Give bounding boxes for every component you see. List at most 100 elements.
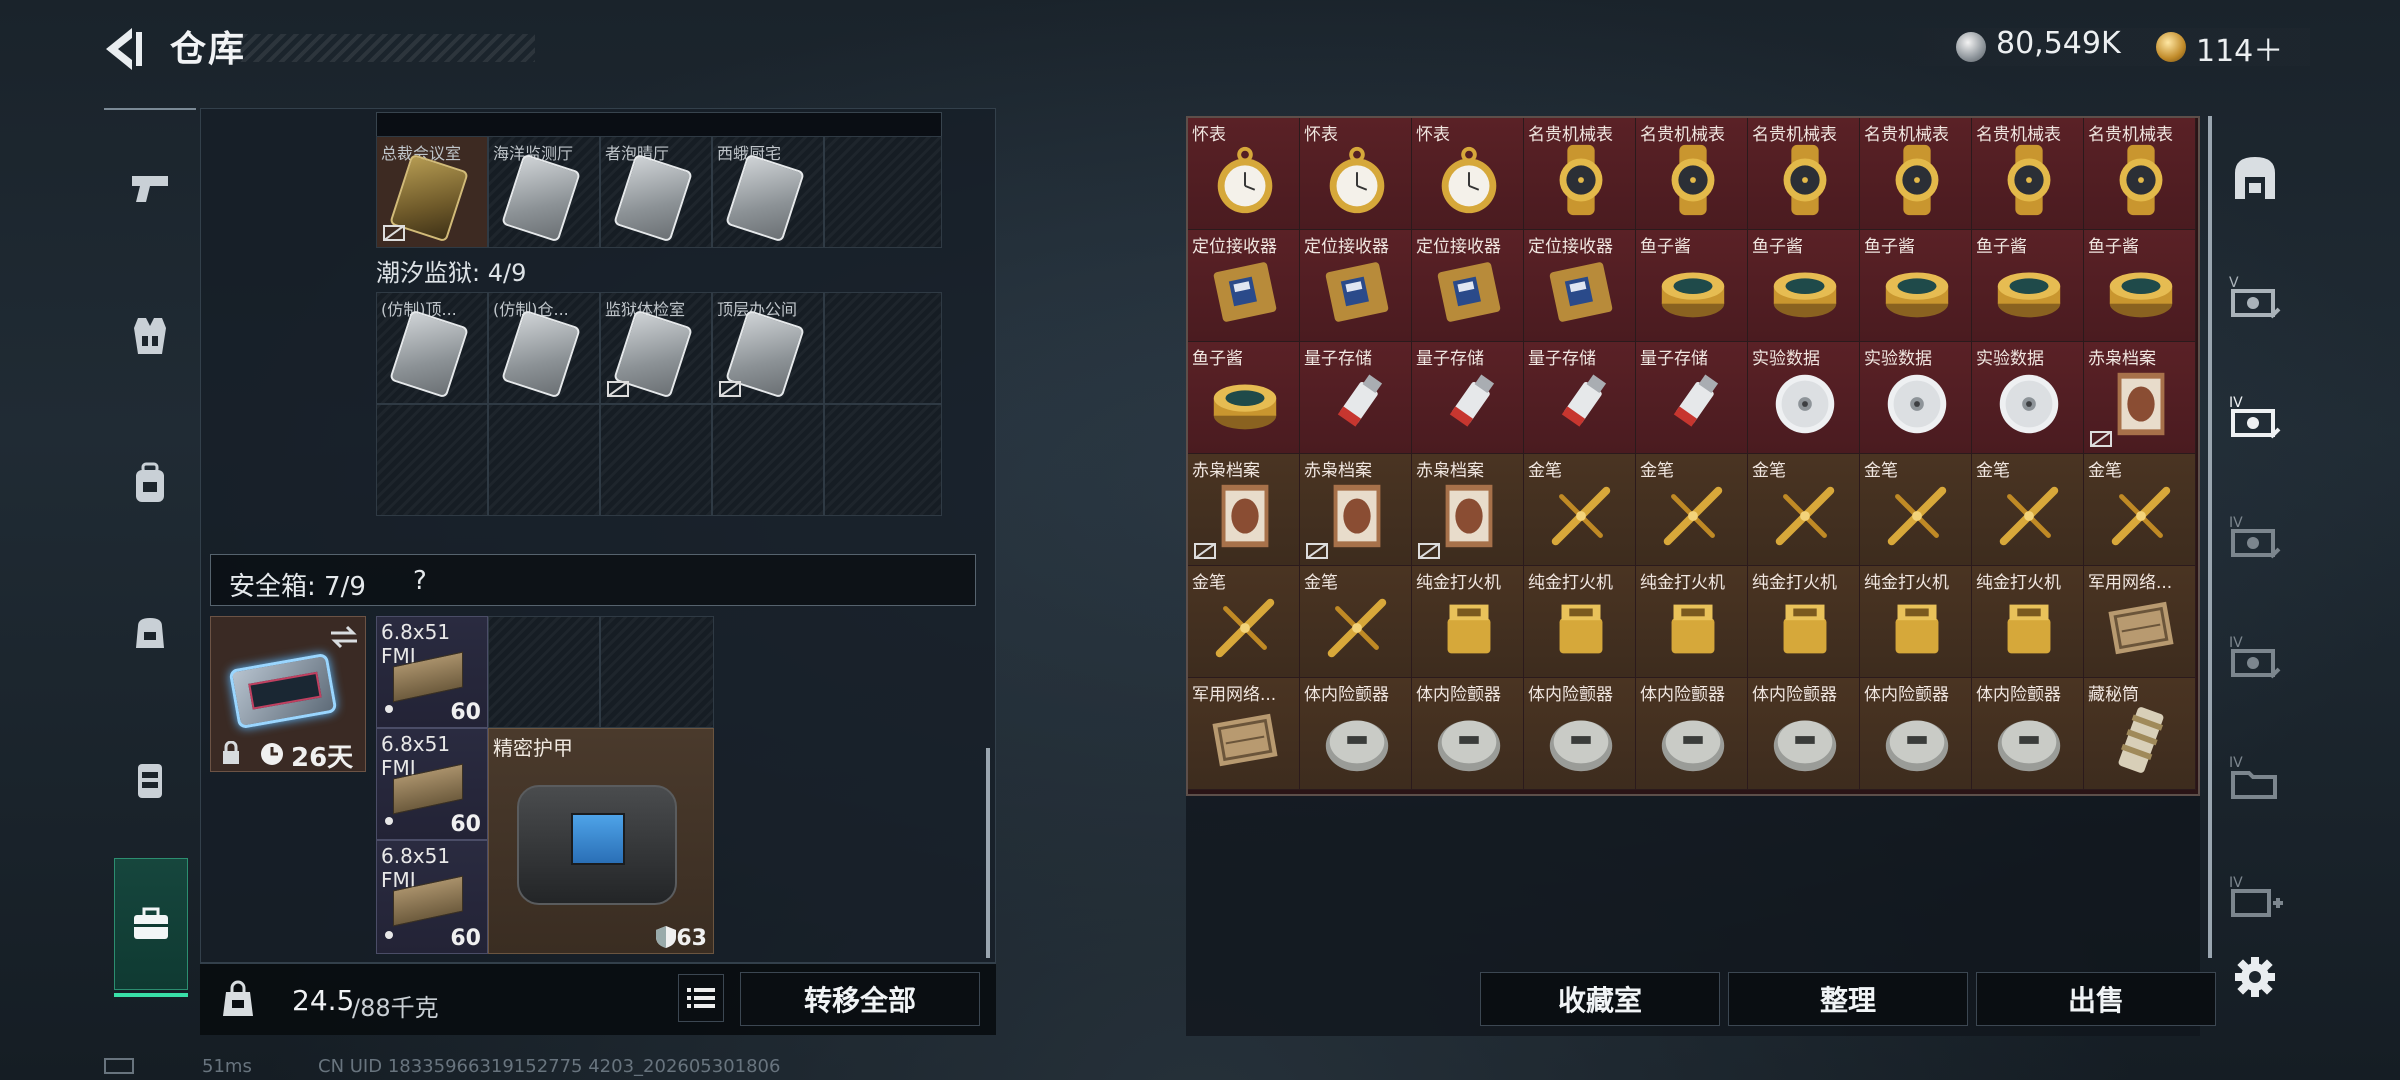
rail-safe-case[interactable] (114, 858, 188, 990)
inventory-item-gold-pen[interactable]: 金笔 (1636, 454, 1748, 566)
inventory-item-gold-pen[interactable]: 金笔 (2084, 454, 2196, 566)
inventory-item-network-module[interactable]: 军用网络... (2084, 566, 2196, 678)
inventory-item-gold-wristwatch[interactable]: 名贵机械表 (1972, 118, 2084, 230)
inventory-item-caviar-tin[interactable]: 鱼子酱 (1636, 230, 1748, 342)
inventory-item-gold-lighter[interactable]: 纯金打火机 (1412, 566, 1524, 678)
inventory-item-cryptex[interactable]: 藏秘筒 (2084, 678, 2196, 790)
safe-box-help-icon[interactable]: ? (413, 566, 427, 596)
empty-slot[interactable] (488, 616, 600, 728)
inventory-item-gold-pen[interactable]: 金笔 (1524, 454, 1636, 566)
inventory-item-locator-receiver[interactable]: 定位接收器 (1412, 230, 1524, 342)
key-card-slot[interactable]: 监狱体检室 (600, 292, 712, 404)
safe-box-container[interactable]: 26天 (210, 616, 366, 773)
empty-slot[interactable] (600, 616, 714, 728)
inventory-item-caviar-tin[interactable]: 鱼子酱 (1860, 230, 1972, 342)
back-arrow-icon[interactable] (98, 24, 148, 74)
rail-weapons[interactable] (104, 142, 196, 234)
empty-slot[interactable] (824, 404, 942, 516)
inventory-item-usb-drive[interactable]: 量子存储 (1636, 342, 1748, 454)
inventory-item-gold-pen[interactable]: 金笔 (1188, 566, 1300, 678)
collection-room-button[interactable]: 收藏室 (1480, 972, 1720, 1026)
settings-button[interactable] (2220, 942, 2290, 1012)
inventory-item-data-disc[interactable]: 实验数据 (1972, 342, 2084, 454)
key-card-slot[interactable]: (仿制)仓... (488, 292, 600, 404)
empty-slot[interactable] (712, 404, 824, 516)
inventory-item-pocket-watch[interactable]: 怀表 (1412, 118, 1524, 230)
swap-icon[interactable] (329, 625, 359, 649)
inventory-item-gold-pen[interactable]: 金笔 (1748, 454, 1860, 566)
inventory-item-locator-receiver[interactable]: 定位接收器 (1300, 230, 1412, 342)
rail-armor-vest[interactable] (104, 290, 196, 382)
rail-right-tab-5[interactable]: IV (2220, 742, 2290, 812)
inventory-item-dossier[interactable]: 赤枭档案 (1300, 454, 1412, 566)
empty-slot[interactable] (824, 292, 942, 404)
ammo-item[interactable]: 6.8x51 FMJ 60 (376, 728, 488, 840)
inventory-item-usb-drive[interactable]: 量子存储 (1524, 342, 1636, 454)
key-card-slot[interactable]: 顶层办公间 (712, 292, 824, 404)
armor-item[interactable]: 精密护甲 63 (488, 728, 714, 954)
inventory-item-network-module[interactable]: 军用网络... (1188, 678, 1300, 790)
gold-currency-amount[interactable]: 114＋ (2196, 26, 2283, 70)
inventory-item-gold-lighter[interactable]: 纯金打火机 (1860, 566, 1972, 678)
inventory-item-usb-drive[interactable]: 量子存储 (1412, 342, 1524, 454)
rail-right-tab-4[interactable]: IV (2220, 622, 2290, 692)
ammo-item[interactable]: 6.8x51 FMJ 60 (376, 616, 488, 728)
empty-slot[interactable] (600, 404, 712, 516)
inventory-item-gold-lighter[interactable]: 纯金打火机 (1748, 566, 1860, 678)
inventory-item-gold-lighter[interactable]: 纯金打火机 (1524, 566, 1636, 678)
inventory-item-implant-device[interactable]: 体内险颤器 (1300, 678, 1412, 790)
inventory-item-gold-pen[interactable]: 金笔 (1860, 454, 1972, 566)
inventory-item-data-disc[interactable]: 实验数据 (1860, 342, 1972, 454)
rail-right-tab-2-active[interactable]: IV (2220, 382, 2290, 452)
rail-backpack[interactable] (104, 438, 196, 530)
rail-right-add-tab[interactable]: IV (2220, 862, 2290, 932)
inventory-item-pocket-watch[interactable]: 怀表 (1188, 118, 1300, 230)
inventory-item-gold-wristwatch[interactable]: 名贵机械表 (2084, 118, 2196, 230)
list-view-button[interactable] (678, 974, 724, 1022)
empty-slot[interactable] (488, 404, 600, 516)
key-card-slot[interactable]: 西蛾厨宅 (712, 136, 824, 248)
inventory-item-gold-pen[interactable]: 金笔 (1972, 454, 2084, 566)
rail-pouch[interactable] (104, 586, 196, 678)
inventory-item-dossier[interactable]: 赤枭档案 (2084, 342, 2196, 454)
inventory-item-usb-drive[interactable]: 量子存储 (1300, 342, 1412, 454)
empty-slot[interactable] (824, 136, 942, 248)
inventory-item-implant-device[interactable]: 体内险颤器 (1972, 678, 2084, 790)
key-card-slot[interactable]: 者泡晴厅 (600, 136, 712, 248)
organize-button[interactable]: 整理 (1728, 972, 1968, 1026)
inventory-item-dossier[interactable]: 赤枭档案 (1412, 454, 1524, 566)
inventory-item-caviar-tin[interactable]: 鱼子酱 (1188, 342, 1300, 454)
inventory-item-gold-wristwatch[interactable]: 名贵机械表 (1524, 118, 1636, 230)
right-scrollbar[interactable] (2208, 116, 2212, 958)
inventory-item-dossier[interactable]: 赤枭档案 (1188, 454, 1300, 566)
inventory-item-gold-lighter[interactable]: 纯金打火机 (1636, 566, 1748, 678)
key-card-slot[interactable]: 海洋监测厅 (488, 136, 600, 248)
inventory-item-gold-wristwatch[interactable]: 名贵机械表 (1748, 118, 1860, 230)
left-scrollbar[interactable] (986, 748, 990, 958)
inventory-item-gold-wristwatch[interactable]: 名贵机械表 (1636, 118, 1748, 230)
inventory-item-data-disc[interactable]: 实验数据 (1748, 342, 1860, 454)
key-card-slot[interactable]: (仿制)顶... (376, 292, 488, 404)
inventory-item-implant-device[interactable]: 体内险颤器 (1524, 678, 1636, 790)
rail-rig[interactable] (104, 734, 196, 826)
inventory-item-caviar-tin[interactable]: 鱼子酱 (2084, 230, 2196, 342)
inventory-item-implant-device[interactable]: 体内险颤器 (1748, 678, 1860, 790)
rail-right-tab-1[interactable]: V (2220, 262, 2290, 332)
inventory-item-locator-receiver[interactable]: 定位接收器 (1188, 230, 1300, 342)
rail-right-tab-3[interactable]: IV (2220, 502, 2290, 572)
transfer-all-button[interactable]: 转移全部 (740, 972, 980, 1026)
rail-right-storage[interactable] (2220, 142, 2290, 212)
inventory-item-implant-device[interactable]: 体内险颤器 (1412, 678, 1524, 790)
inventory-item-pocket-watch[interactable]: 怀表 (1300, 118, 1412, 230)
sell-button[interactable]: 出售 (1976, 972, 2216, 1026)
inventory-item-implant-device[interactable]: 体内险颤器 (1636, 678, 1748, 790)
inventory-item-gold-pen[interactable]: 金笔 (1300, 566, 1412, 678)
inventory-item-gold-wristwatch[interactable]: 名贵机械表 (1860, 118, 1972, 230)
inventory-item-caviar-tin[interactable]: 鱼子酱 (1972, 230, 2084, 342)
inventory-item-gold-lighter[interactable]: 纯金打火机 (1972, 566, 2084, 678)
key-card-slot[interactable]: 总裁会议室 (376, 136, 488, 248)
inventory-item-implant-device[interactable]: 体内险颤器 (1860, 678, 1972, 790)
inventory-item-caviar-tin[interactable]: 鱼子酱 (1748, 230, 1860, 342)
ammo-item[interactable]: 6.8x51 FMJ 60 (376, 840, 488, 954)
inventory-item-locator-receiver[interactable]: 定位接收器 (1524, 230, 1636, 342)
